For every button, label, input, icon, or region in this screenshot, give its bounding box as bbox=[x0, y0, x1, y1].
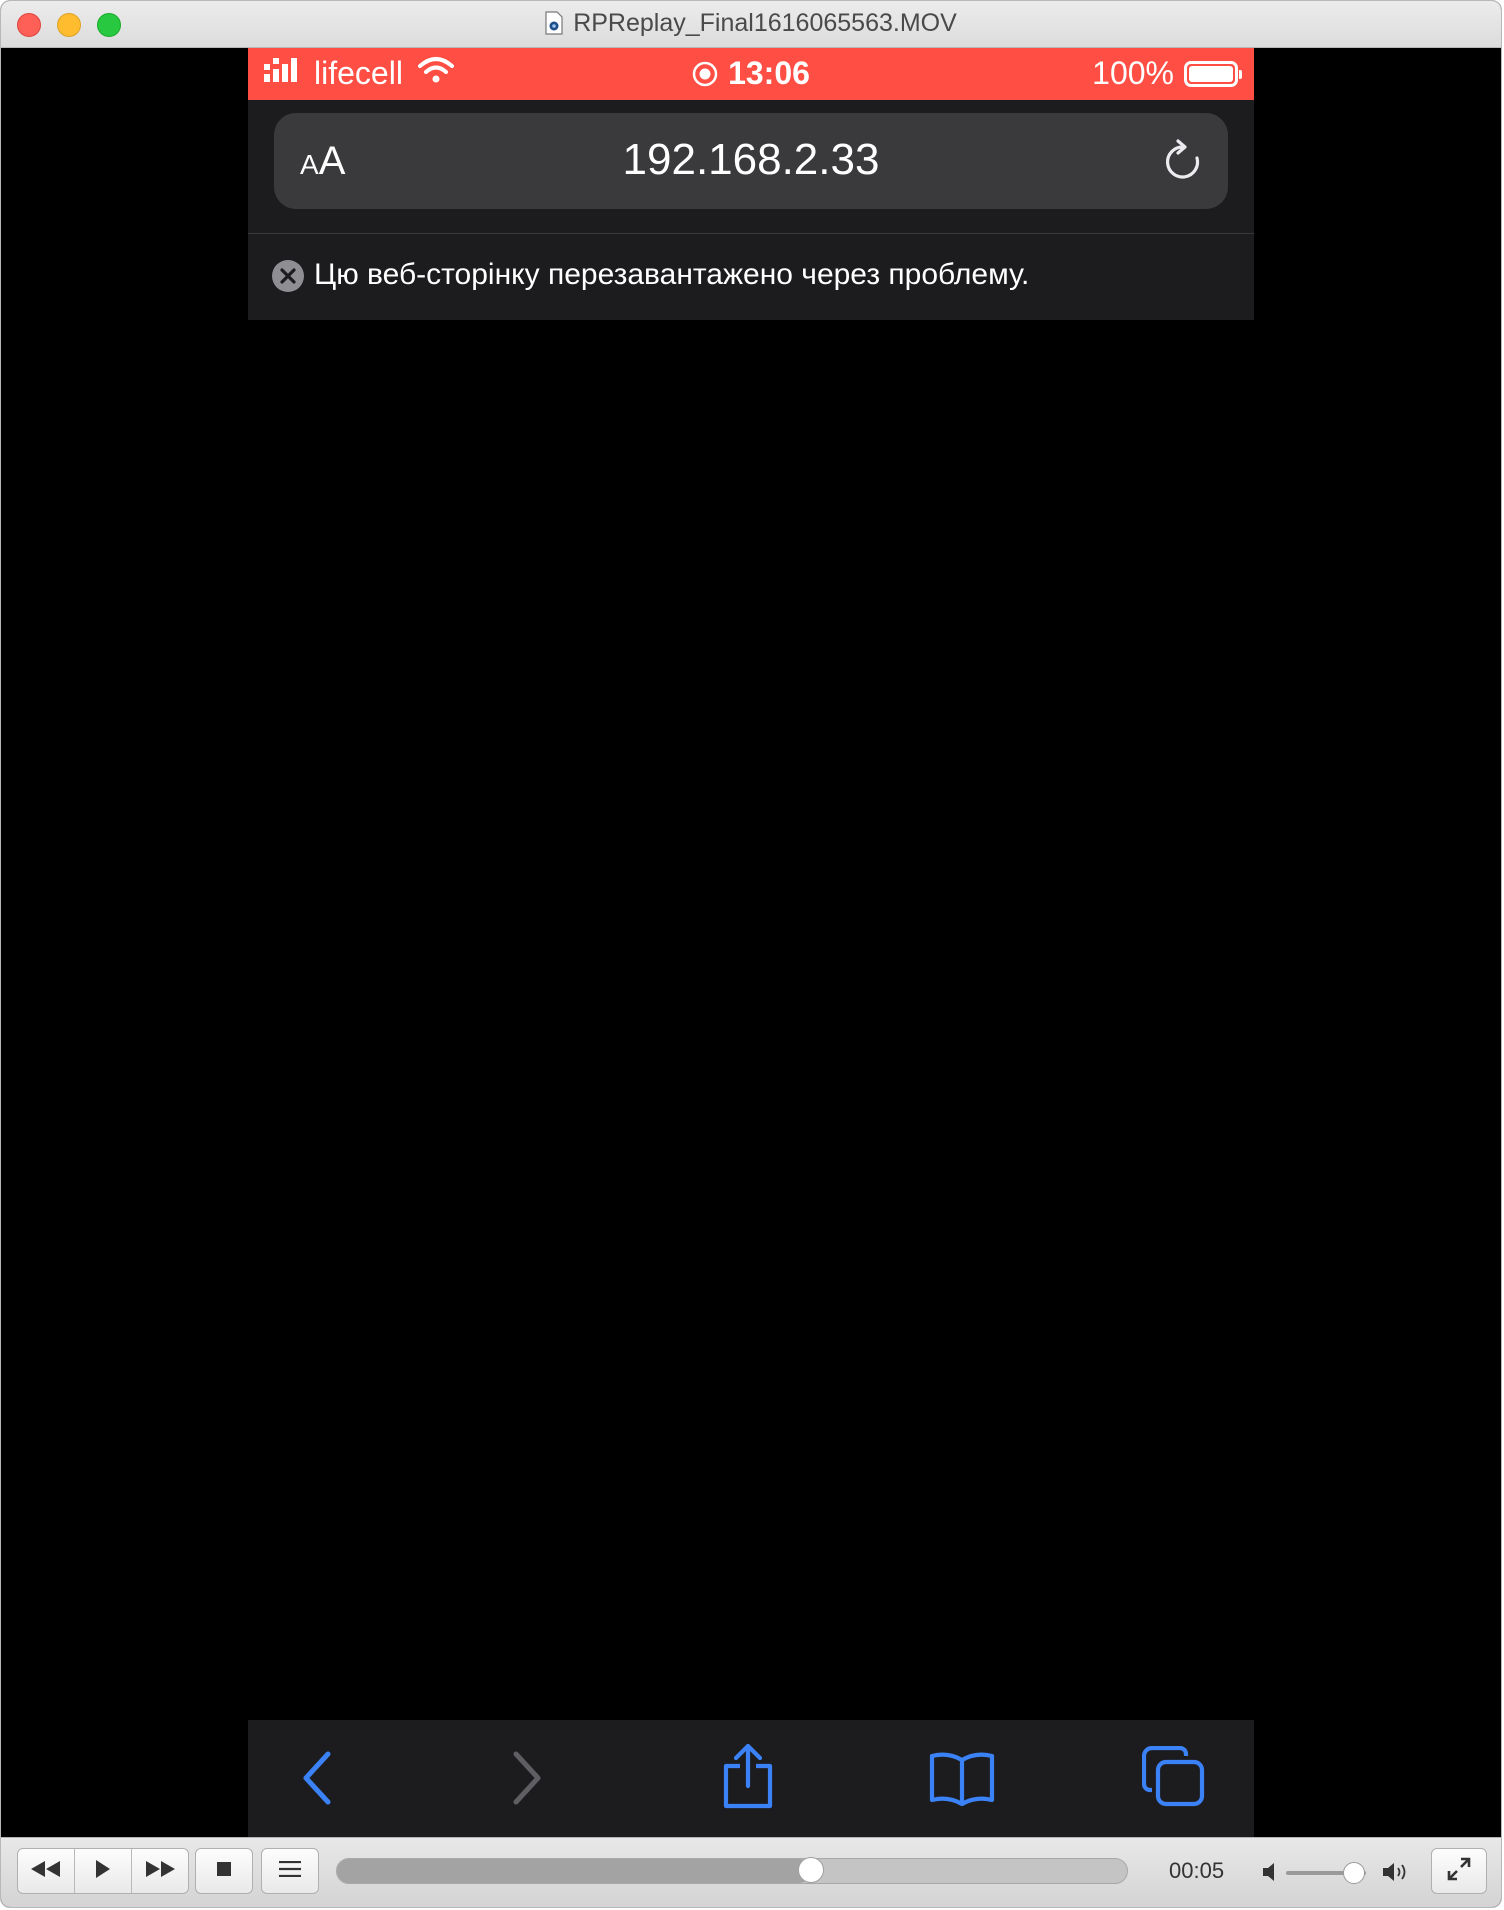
stop-icon bbox=[217, 1861, 231, 1881]
forward-button[interactable] bbox=[506, 1748, 546, 1813]
status-bar: lifecell 13:06 100% bbox=[248, 48, 1254, 100]
tabs-icon bbox=[1141, 1745, 1206, 1812]
timecode: 00:05 bbox=[1169, 1858, 1225, 1883]
window-title: RPReplay_Final1616065563.MOV bbox=[1, 9, 1501, 42]
address-bar[interactable]: AA 192.168.2.33 bbox=[274, 113, 1228, 209]
url-field[interactable]: 192.168.2.33 bbox=[274, 135, 1228, 185]
clock: 13:06 bbox=[728, 55, 810, 91]
error-banner: Цю веб-сторінку перезавантажено через пр… bbox=[248, 234, 1254, 320]
video-area: lifecell 13:06 100% AA 192.168.2.33 Цю в… bbox=[1, 48, 1501, 1837]
stop-button[interactable] bbox=[196, 1849, 252, 1893]
phone-screen: lifecell 13:06 100% AA 192.168.2.33 Цю в… bbox=[248, 48, 1254, 1837]
fast-forward-icon bbox=[145, 1860, 175, 1882]
play-icon bbox=[95, 1859, 111, 1883]
error-x-icon bbox=[272, 260, 304, 297]
battery-icon bbox=[1184, 60, 1242, 87]
volume-max-icon[interactable] bbox=[1383, 1862, 1409, 1887]
rewind-button[interactable] bbox=[18, 1849, 75, 1893]
movie-file-icon bbox=[545, 11, 563, 42]
reload-icon[interactable] bbox=[1162, 139, 1204, 188]
seek-bar[interactable] bbox=[336, 1857, 1128, 1884]
battery-percent: 100% bbox=[1092, 55, 1174, 91]
title-bar: RPReplay_Final1616065563.MOV bbox=[1, 1, 1501, 48]
forward-icon bbox=[506, 1751, 546, 1812]
player-window: RPReplay_Final1616065563.MOV lifecell 13… bbox=[0, 0, 1502, 1908]
fast-forward-button[interactable] bbox=[132, 1849, 188, 1893]
seek-bar-progress bbox=[337, 1859, 811, 1883]
window-title-text: RPReplay_Final1616065563.MOV bbox=[573, 9, 957, 37]
fullscreen-control bbox=[1431, 1848, 1487, 1894]
bookmarks-icon bbox=[928, 1752, 996, 1810]
back-button[interactable] bbox=[298, 1748, 338, 1813]
player-controls: 00:05 bbox=[1, 1837, 1501, 1907]
volume-mute-icon[interactable] bbox=[1263, 1862, 1279, 1887]
address-bar-area: AA 192.168.2.33 bbox=[248, 100, 1254, 234]
share-icon bbox=[720, 1743, 776, 1814]
back-icon bbox=[298, 1751, 338, 1812]
screen-recording-icon bbox=[692, 58, 718, 95]
volume-slider-handle[interactable] bbox=[1343, 1862, 1365, 1884]
bottom-toolbar bbox=[248, 1720, 1254, 1837]
transport-controls bbox=[17, 1848, 189, 1894]
playlist-button[interactable] bbox=[262, 1849, 318, 1893]
seek-bar-handle[interactable] bbox=[798, 1857, 824, 1883]
play-button[interactable] bbox=[75, 1849, 132, 1893]
bookmarks-button[interactable] bbox=[928, 1750, 996, 1811]
share-button[interactable] bbox=[720, 1742, 776, 1815]
fullscreen-button[interactable] bbox=[1432, 1849, 1486, 1893]
rewind-icon bbox=[31, 1860, 61, 1882]
error-message: Цю веб-сторінку перезавантажено через пр… bbox=[314, 258, 1030, 291]
playlist-control bbox=[261, 1848, 319, 1894]
fullscreen-icon bbox=[1447, 1857, 1471, 1886]
stop-control bbox=[195, 1848, 253, 1894]
tabs-button[interactable] bbox=[1141, 1745, 1206, 1813]
playlist-icon bbox=[279, 1860, 301, 1882]
